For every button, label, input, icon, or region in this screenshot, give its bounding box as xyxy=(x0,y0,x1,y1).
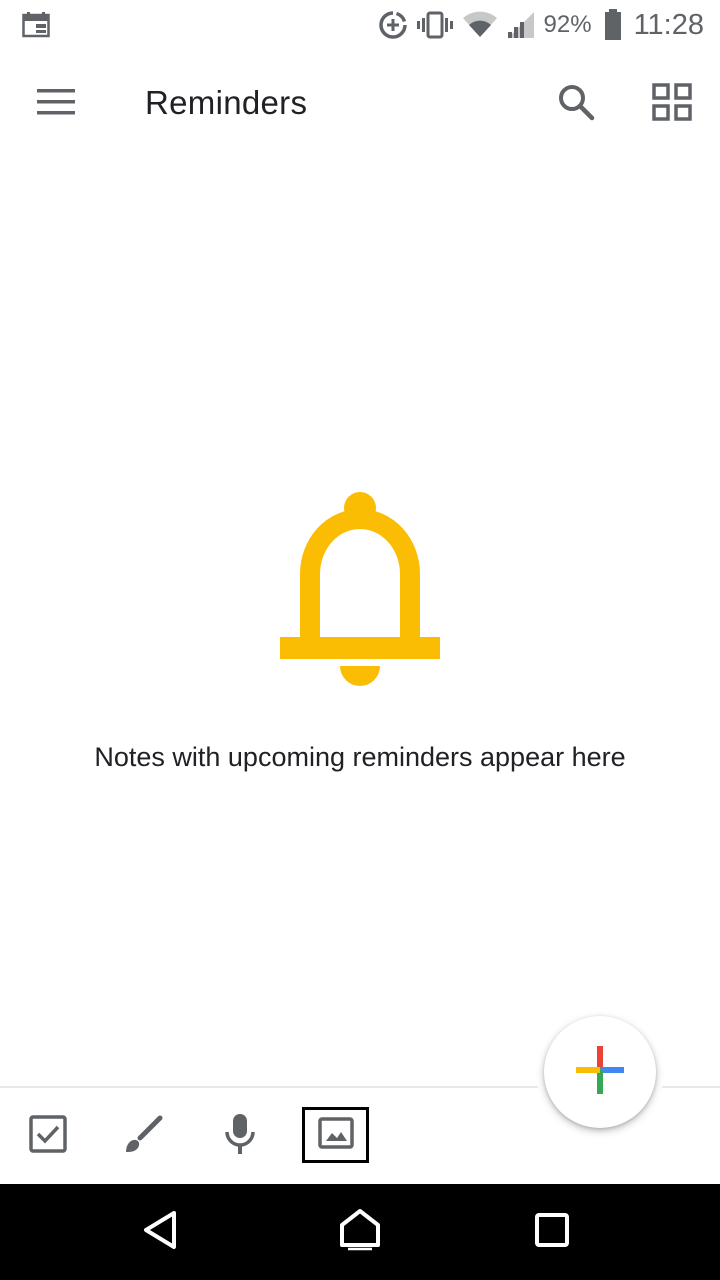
page-title: Reminders xyxy=(145,84,308,121)
back-button[interactable] xyxy=(120,1198,200,1266)
search-button[interactable] xyxy=(548,76,604,132)
menu-icon xyxy=(37,88,75,120)
recents-icon xyxy=(534,1212,570,1253)
app-bar: Reminders xyxy=(0,60,720,148)
plus-icon xyxy=(574,1044,626,1101)
battery-icon xyxy=(604,9,622,41)
home-icon xyxy=(338,1207,382,1258)
clock: 11:28 xyxy=(633,8,704,41)
data-saver-icon xyxy=(378,10,408,40)
empty-state-message: Notes with upcoming reminders appear her… xyxy=(94,742,626,772)
status-bar: 92% 11:28 xyxy=(0,0,720,50)
new-note-fab[interactable] xyxy=(544,1016,656,1128)
back-icon xyxy=(140,1209,180,1256)
vibrate-icon xyxy=(416,10,454,40)
battery-percent: 92% xyxy=(543,11,592,38)
grid-view-icon xyxy=(652,82,692,126)
new-image-note-button[interactable] xyxy=(302,1107,369,1163)
home-button[interactable] xyxy=(320,1198,400,1266)
grid-view-button[interactable] xyxy=(644,76,700,132)
search-icon xyxy=(557,83,595,126)
menu-button[interactable] xyxy=(24,80,88,128)
bell-icon xyxy=(270,486,450,696)
microphone-icon xyxy=(223,1113,257,1160)
system-nav-bar xyxy=(0,1184,720,1280)
status-right: 92% 11:28 xyxy=(378,6,704,44)
checkbox-icon xyxy=(29,1114,67,1158)
new-list-button[interactable] xyxy=(16,1104,80,1168)
image-icon xyxy=(317,1116,354,1154)
recents-button[interactable] xyxy=(512,1198,592,1266)
wifi-icon xyxy=(462,10,498,40)
cell-signal-icon xyxy=(506,10,536,40)
calendar-notification-icon xyxy=(22,12,50,42)
new-audio-note-button[interactable] xyxy=(208,1104,272,1168)
screen: 92% 11:28 Reminders Notes with upcoming … xyxy=(0,0,720,1280)
status-left xyxy=(22,12,50,43)
brush-icon xyxy=(123,1114,165,1159)
new-drawing-button[interactable] xyxy=(112,1104,176,1168)
